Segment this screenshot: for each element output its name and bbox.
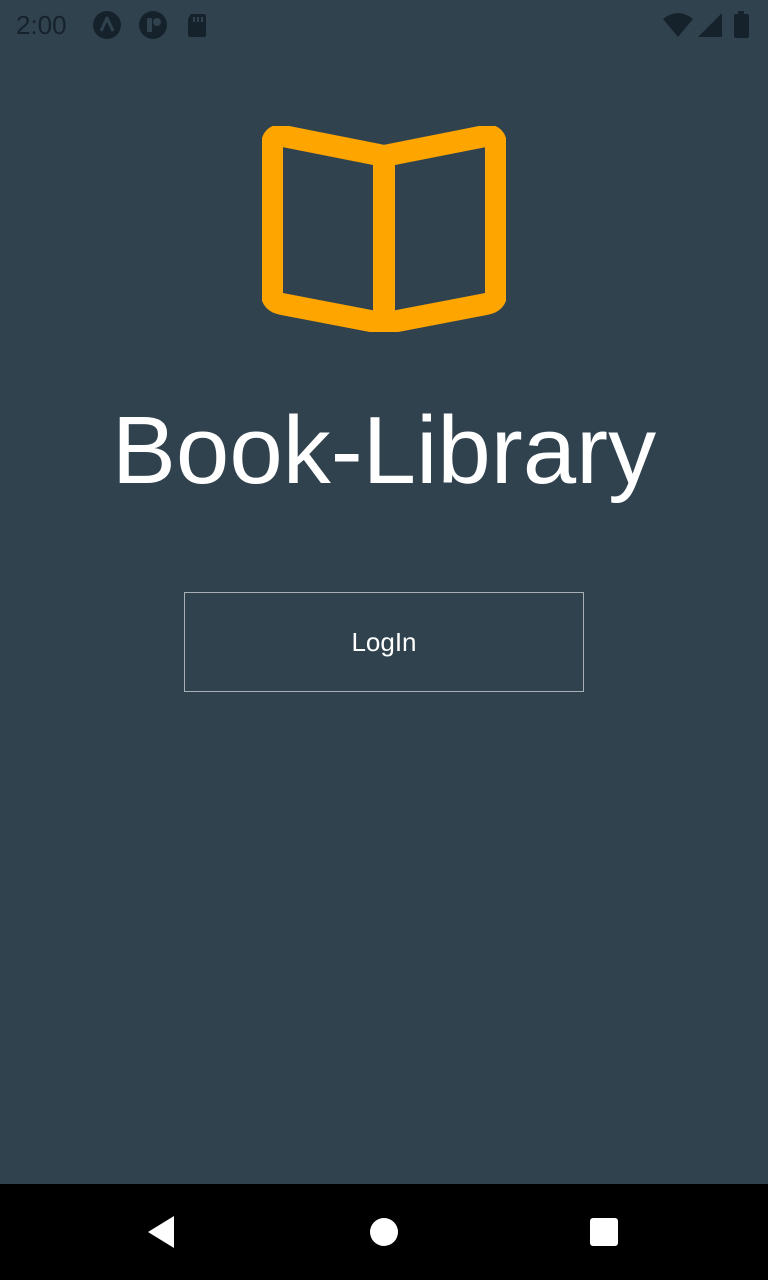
wifi-icon (662, 10, 693, 40)
status-time: 2:00 (16, 10, 67, 40)
recents-icon[interactable] (572, 1200, 636, 1264)
sd-card-icon (182, 10, 212, 40)
home-icon[interactable] (352, 1200, 416, 1264)
android-auto-icon (92, 10, 122, 40)
status-bar: 2:00 (0, 0, 768, 48)
login-button[interactable]: LogIn (184, 592, 584, 692)
back-icon[interactable] (130, 1200, 194, 1264)
navigation-bar (0, 1184, 768, 1280)
app-title: Book-Library (111, 397, 657, 504)
battery-icon (732, 10, 762, 40)
cellular-signal-icon (696, 10, 726, 40)
app-notification-icon (138, 10, 168, 40)
open-book-icon (261, 124, 507, 334)
